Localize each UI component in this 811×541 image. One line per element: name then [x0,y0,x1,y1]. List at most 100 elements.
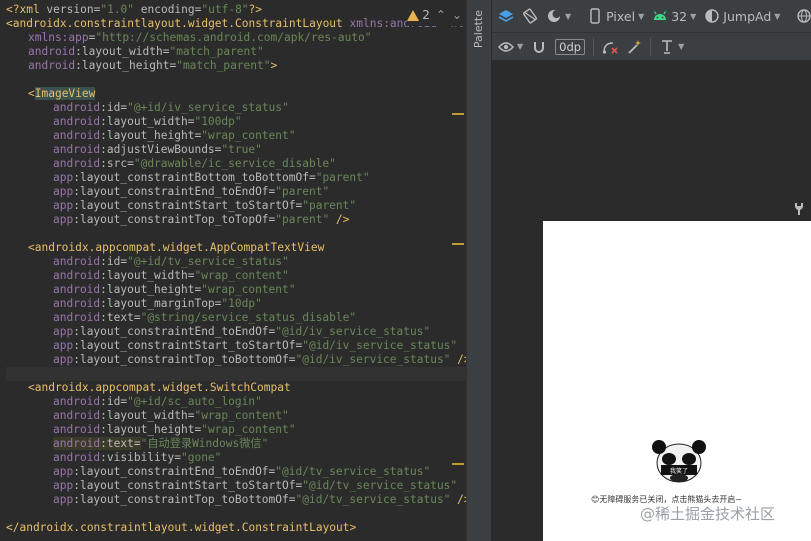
code-line[interactable]: app:layout_constraintStart_toStartOf="@i… [6,479,466,493]
guidelines-button[interactable]: ▼ [659,36,684,58]
code-line[interactable] [6,73,466,87]
locale-selector[interactable] [796,5,811,27]
night-mode-button[interactable]: ▼ [546,5,571,27]
clear-constraints-button[interactable] [602,36,618,58]
code-token: :text= [100,437,141,450]
code-token: android [53,451,101,464]
code-line[interactable]: <androidx.appcompat.widget.SwitchCompat [6,381,466,395]
dropdown-arrow-icon: ▼ [678,42,685,51]
code-line[interactable]: android:layout_height="wrap_content" [6,129,466,143]
api-level-selector[interactable]: 32 ▼ [652,5,696,27]
code-line[interactable]: android:src="@drawable/ic_service_disabl… [6,157,466,171]
code-line[interactable]: app:layout_constraintEnd_toEndOf="@id/tv… [6,465,466,479]
code-token: "parent" [315,171,370,184]
code-line[interactable]: <?xml version="1.0" encoding="utf-8"?> [6,3,466,17]
code-line[interactable]: app:layout_constraintStart_toStartOf="@i… [6,339,466,353]
api-level: 32 [671,8,688,24]
code-line[interactable]: <ImageView [6,87,466,101]
code-token: <androidx.constraintlayout.widget.Constr… [6,17,350,30]
code-line[interactable]: app:layout_constraintTop_toBottomOf="@id… [6,353,466,367]
code-line[interactable]: android:layout_width="wrap_content" [6,409,466,423]
error-stripe-mark[interactable] [452,243,464,245]
code-line[interactable]: android:layout_width="100dp" [6,115,466,129]
code-token: :layout_constraintEnd_toEndOf= [73,465,276,478]
code-token: :layout_width= [100,115,195,128]
code-line[interactable]: app:layout_constraintTop_toTopOf="parent… [6,213,466,227]
clear-constraints-icon [602,39,618,55]
code-token: android [28,45,76,58]
orientation-button[interactable] [522,5,538,27]
code-line[interactable] [6,507,466,521]
code-line[interactable]: android:layout_width="wrap_content" [6,269,466,283]
code-line[interactable]: <androidx.constraintlayout.widget.Constr… [6,17,466,31]
code-token: "match_parent" [176,59,271,72]
xml-editor[interactable]: <?xml version="1.0" encoding="utf-8"?> <a… [0,0,466,541]
rotate-device-icon [522,8,538,24]
chevron-down-icon[interactable]: ⌄ [452,8,462,22]
code-token: :id= [100,395,128,408]
code-token: android [53,409,101,422]
theme-selector[interactable]: JumpAd ▼ [704,5,780,27]
code-line[interactable]: android:layout_width="match_parent" [6,45,466,59]
code-line[interactable]: </androidx.constraintlayout.widget.Const… [6,521,466,535]
code-line[interactable]: app:layout_constraintBottom_toBottomOf="… [6,171,466,185]
code-line[interactable]: android:text="@string/service_status_dis… [6,311,466,325]
code-line[interactable] [6,367,466,381]
wrench-icon[interactable] [793,201,805,220]
code-line[interactable]: android:visibility="gone" [6,451,466,465]
design-canvas[interactable]: 我笑了 😊无障碍服务已关闭，点击熊猫头去开启~ [492,61,811,541]
code-token: < [28,87,35,100]
view-options-button[interactable]: ▼ [498,36,523,58]
code-line[interactable]: app:layout_constraintEnd_toEndOf="@id/iv… [6,325,466,339]
code-line[interactable]: <androidx.appcompat.widget.AppCompatText… [6,241,466,255]
code-token: ImageView [34,87,96,100]
code-token: /> [457,353,466,366]
warning-icon [407,9,420,21]
design-surface-button[interactable] [498,5,514,27]
code-line[interactable]: android:id="@+id/sc_auto_login" [6,395,466,409]
device-preview[interactable]: 我笑了 😊无障碍服务已关闭，点击熊猫头去开启~ [543,221,811,541]
code-token: app [53,199,74,212]
code-token: /> [329,213,350,226]
code-token: :layout_constraintBottom_toBottomOf= [73,171,316,184]
code-line[interactable]: android:layout_marginTop="10dp" [6,297,466,311]
warning-count: 2 [422,8,430,22]
code-token: "match_parent" [169,45,264,58]
code-line[interactable]: app:layout_constraintTop_toBottomOf="@id… [6,493,466,507]
code-line[interactable]: android:layout_height="match_parent"> [6,59,466,73]
code-line[interactable]: android:layout_height="wrap_content" [6,423,466,437]
code-line[interactable]: android:id="@+id/tv_service_status" [6,255,466,269]
code-token: :layout_width= [75,45,170,58]
code-token: app [53,353,74,366]
code-token: </androidx.constraintlayout.widget.Const… [6,521,357,534]
code-token: "@+id/sc_auto_login" [127,395,262,408]
watermark: @稀土掘金技术社区 [640,505,776,523]
code-line[interactable]: android:adjustViewBounds="true" [6,143,466,157]
code-line[interactable]: app:layout_constraintEnd_toEndOf="parent… [6,185,466,199]
infer-constraints-button[interactable] [626,36,642,58]
code-token: :id= [100,101,128,114]
code-token: android [53,283,101,296]
code-line[interactable]: android:id="@+id/iv_service_status" [6,101,466,115]
code-area[interactable]: <?xml version="1.0" encoding="utf-8"?> <a… [6,3,466,535]
service-status-image[interactable]: 我笑了 [647,437,711,485]
error-stripe-mark[interactable] [452,463,464,465]
code-token: "http://schemas.android.com/apk/res-auto… [95,31,372,44]
code-token: "wrap_content" [201,423,296,436]
code-line[interactable]: android:text="自动登录Windows微信" [6,437,466,451]
theme-name: JumpAd [723,8,772,24]
warning-indicator[interactable]: 2 [407,8,430,22]
code-line[interactable]: android:layout_height="wrap_content" [6,283,466,297]
code-line[interactable] [6,227,466,241]
palette-tab[interactable]: Palette [472,10,485,48]
error-stripe-mark[interactable] [452,113,464,115]
panda-meme-icon [652,440,706,483]
code-line[interactable]: xmlns:app="http://schemas.android.com/ap… [6,31,466,45]
code-line[interactable]: app:layout_constraintStart_toStartOf="pa… [6,199,466,213]
autoconnect-button[interactable] [531,36,547,58]
default-margin-field[interactable]: 0dp [555,36,586,58]
device-selector[interactable]: Pixel ▼ [587,5,644,27]
dropdown-arrow-icon: ▼ [774,11,781,21]
code-token: "true" [221,143,262,156]
chevron-up-icon[interactable]: ⌃ [436,8,446,22]
